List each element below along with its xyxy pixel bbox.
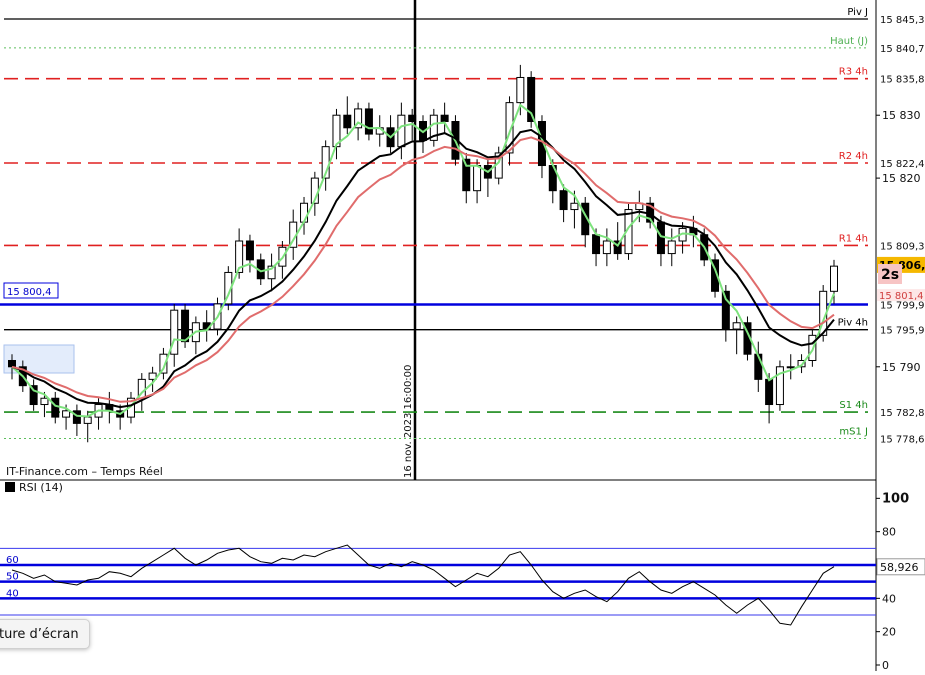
level-price-label: 15 782,8 [880, 408, 925, 419]
level-name-label: mS1 J [839, 426, 868, 437]
candle-body [72, 410, 81, 424]
level-price-label: 15 799,9 [880, 301, 925, 312]
candle-body [440, 114, 449, 122]
price-tick-label: 15 820 [882, 172, 921, 185]
rsi-current-label: 58,926 [880, 561, 919, 574]
rsi-band-label: 50 [6, 572, 19, 583]
level-price-label: 15 835,8 [880, 75, 925, 86]
rsi-tick-label: 20 [882, 626, 896, 639]
candle-body [8, 360, 16, 368]
level-price-label: 15 845,3 [880, 15, 925, 26]
candle-body [181, 309, 190, 343]
candle-body [245, 240, 254, 261]
level-name-label: R3 4h [839, 67, 868, 78]
candle-body [40, 397, 49, 406]
candle-body [732, 322, 741, 330]
ma-price-label: 15 801,4 [879, 291, 924, 302]
candle-body [516, 76, 525, 104]
candle-body [592, 234, 601, 255]
level-name-label: S1 4h [839, 400, 868, 411]
candle-body [667, 240, 676, 255]
rsi-band-label: 60 [6, 555, 19, 566]
rsi-legend-swatch [5, 482, 15, 492]
ma-line-mid-ma [11, 128, 835, 409]
candle-body [397, 114, 406, 148]
tooltip-text: ture d’écran [0, 627, 79, 642]
level-price-label: 15 822,4 [880, 159, 925, 170]
rsi-line [11, 544, 835, 626]
candle-body [408, 114, 417, 122]
level-name-label: Piv J [847, 7, 868, 18]
price-tick-label: 15 790 [882, 361, 921, 374]
chart-stage: 16 nov. 2023 16:00:00 Piv J Haut (J) R3 4h… [0, 0, 925, 672]
level-name-label: R1 4h [839, 233, 868, 244]
pivot-levels: Piv J Haut (J) R3 4h R2 4h R1 4h Piv 4h S1 4h m… [0, 7, 868, 439]
screenshot-tooltip: ture d’écran [0, 619, 90, 649]
candle-body [559, 190, 568, 211]
rsi-label: RSI (14) [19, 481, 63, 494]
candle-body [364, 108, 373, 135]
rsi-tick-label: 80 [882, 526, 896, 539]
source-label: IT-Finance.com – Temps Réel [6, 465, 163, 478]
candles [8, 64, 838, 443]
candle-body [656, 221, 665, 255]
left-level-label: 15 800,4 [7, 287, 52, 298]
rsi-tick-label: 40 [882, 592, 896, 605]
price-axis: 15 845,3 15 840,7 15 835,8 15 822,4 15 809,3… [6, 15, 925, 478]
level-price-label: 15 778,6 [880, 434, 925, 445]
candle-body [765, 378, 774, 406]
candle-body [786, 366, 795, 369]
candle-body [83, 416, 92, 424]
rsi-panel: RSI (14) 60 50 40 100 80 40 20 0 58,926 [0, 481, 925, 672]
ma-line-slow-ma [11, 136, 835, 403]
level-name-label: Haut (J) [830, 36, 868, 47]
rsi-tick-label: 100 [882, 491, 909, 506]
candle-body [300, 202, 309, 223]
candle-body [602, 240, 611, 255]
level-price-label: 15 809,3 [880, 241, 925, 252]
timeframe-badge-label: 2s [881, 267, 899, 283]
time-marker-label: 16 nov. 2023 16:00:00 [403, 365, 414, 478]
price-tick-label: 15 830 [882, 109, 921, 122]
candle-body [473, 165, 482, 192]
candle-body [570, 202, 579, 211]
candlestick-chart: 16 nov. 2023 16:00:00 Piv J Haut (J) R3 4h… [0, 0, 925, 672]
level-name-label: R2 4h [839, 151, 868, 162]
rsi-band-label: 40 [6, 588, 19, 599]
level-price-label: 15 795,9 [880, 326, 925, 337]
candle-body [830, 265, 838, 292]
rsi-tick-label: 0 [882, 659, 889, 671]
level-name-label: Piv 4h [838, 318, 868, 329]
candle-body [343, 114, 352, 129]
level-price-label: 15 840,7 [880, 44, 925, 55]
candle-body [51, 397, 60, 418]
candle-body [62, 410, 71, 418]
